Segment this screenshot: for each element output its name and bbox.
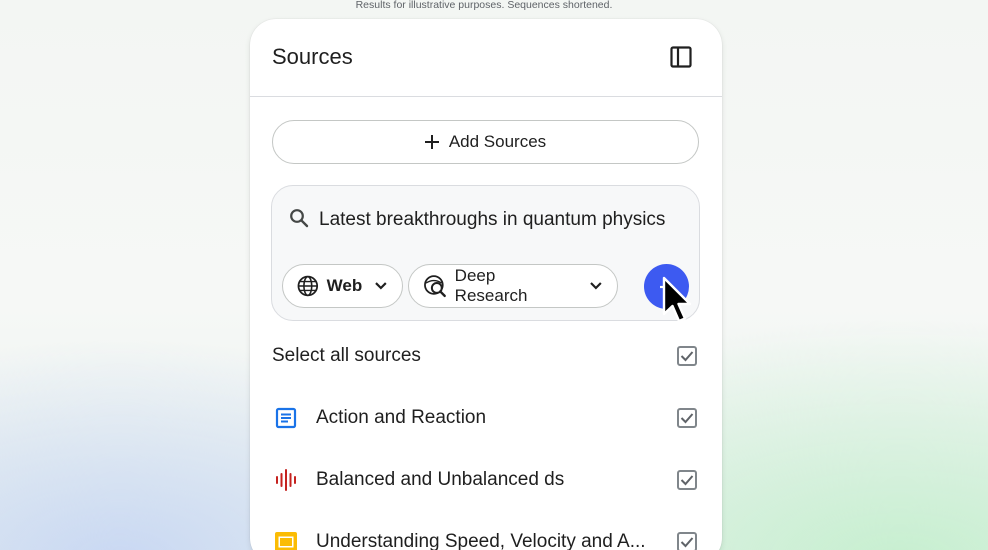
sources-panel: Sources Add Sources Latest breakthroughs… [250,19,722,550]
panel-title: Sources [272,44,353,69]
source-list-item[interactable]: Balanced and Unbalanced ds [272,460,697,500]
research-query-box: Latest breakthroughs in quantum physics … [271,185,700,323]
collapse-panel-button[interactable] [668,44,694,70]
select-all-label: Select all sources [272,345,421,366]
globe-icon [297,275,319,297]
source-type-dropdown[interactable]: Web [282,264,403,308]
research-mode-label: Deep Research [454,266,528,305]
document-icon [272,404,300,432]
add-sources-button[interactable]: Add Sources [272,120,699,164]
add-sources-label: Add Sources [448,132,547,151]
audio-waveform-icon [272,466,300,494]
query-input[interactable]: Latest breakthroughs in quantum physics [319,209,665,231]
checkmark-icon [680,537,694,548]
chevron-down-icon [375,282,387,290]
source-title: Understanding Speed, Velocity and A... [316,531,646,550]
source-title: Balanced and Unbalanced ds [316,469,565,490]
disclaimer-text: Results for illustrative purposes. Seque… [355,0,613,11]
select-all-checkbox[interactable] [677,346,697,366]
source-checkbox[interactable] [677,408,697,428]
side-panel-icon [670,46,692,68]
source-title: Action and Reaction [316,407,487,428]
research-mode-dropdown[interactable]: Deep Research [408,264,618,308]
source-type-label: Web [326,276,363,295]
chevron-down-icon [590,282,602,290]
deep-research-icon [424,275,446,298]
source-checkbox[interactable] [677,532,697,550]
source-checkbox[interactable] [677,470,697,490]
search-icon [289,208,309,233]
plus-icon [424,135,439,149]
slides-icon [272,528,300,550]
panel-header: Sources [250,19,722,97]
select-all-row[interactable]: Select all sources [272,336,697,376]
mouse-pointer-icon [662,276,692,323]
checkmark-icon [680,475,694,486]
source-list-item[interactable]: Action and Reaction [272,398,697,438]
checkmark-icon [680,413,694,424]
checkmark-icon [680,351,694,362]
source-list-item[interactable]: Understanding Speed, Velocity and A... [272,522,697,550]
